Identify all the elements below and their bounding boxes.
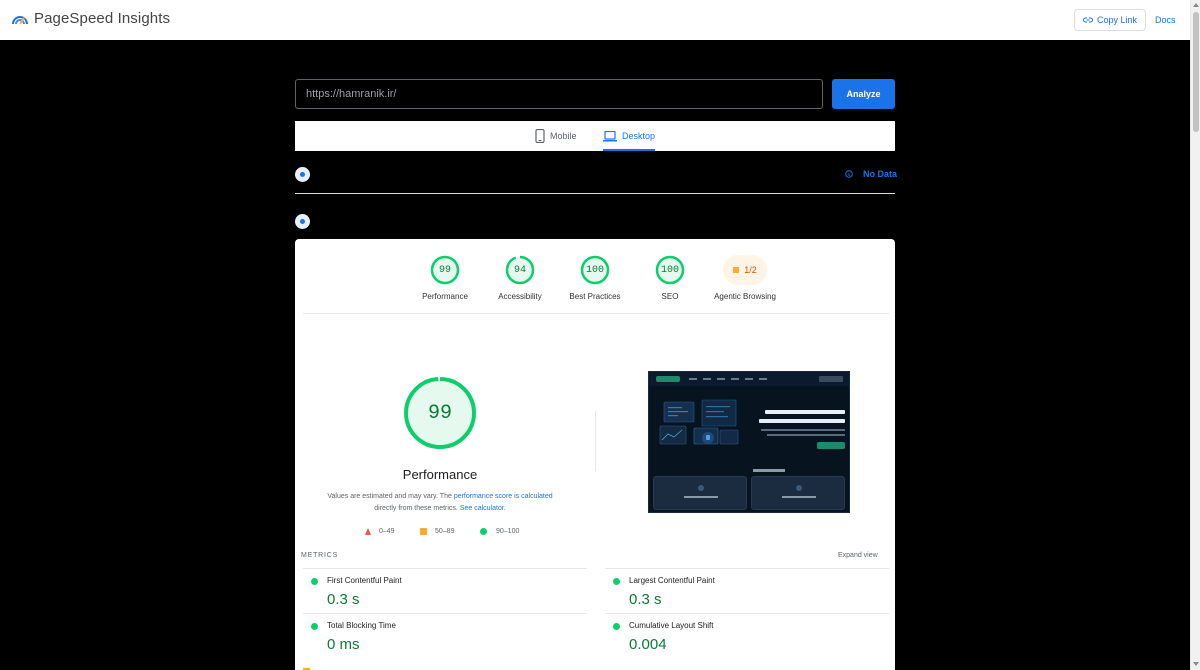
copy-link-label: Copy Link (1096, 15, 1138, 25)
pass-circle-icon (311, 623, 318, 630)
field-data-status: No Data (845, 169, 897, 179)
legend-fail: 0–49 (365, 528, 395, 535)
agentic-badge: 1/2 (723, 255, 767, 285)
gauge-seo[interactable]: 100 SEO (630, 255, 710, 301)
section-divider (295, 193, 895, 194)
tab-mobile-label: Mobile (550, 131, 577, 141)
lab-data-icon (295, 214, 310, 229)
info-icon (845, 170, 853, 178)
gauge-label: Accessibility (498, 292, 542, 301)
pass-circle-icon (311, 578, 318, 585)
gauge-label: Performance (422, 292, 468, 301)
analyze-button[interactable]: Analyze (832, 79, 895, 109)
mobile-phone-icon (535, 129, 545, 143)
url-input[interactable] (295, 79, 823, 109)
gauge-score: 99 (438, 264, 451, 276)
scroll-up-arrow-icon[interactable] (1193, 3, 1199, 7)
metric-value: 0.3 s (629, 591, 662, 608)
gauge-agentic-browsing[interactable]: 1/2 Agentic Browsing (705, 255, 785, 301)
pagespeed-logo-icon (12, 15, 28, 25)
fail-triangle-icon (365, 528, 371, 535)
scroll-down-arrow-icon[interactable] (1193, 662, 1199, 666)
field-data-icon (295, 167, 310, 182)
gauge-label: Agentic Browsing (714, 292, 776, 301)
score-legend: 0–49 50–89 90–100 (363, 528, 563, 540)
gauge-performance[interactable]: 99 Performance (405, 255, 485, 301)
performance-gauge: 99 (402, 375, 478, 451)
copy-link-button[interactable]: Copy Link (1074, 9, 1146, 31)
performance-title: Performance (402, 467, 478, 482)
see-calculator-link[interactable]: See calculator (460, 505, 504, 512)
link-icon (1083, 17, 1093, 23)
gauge-label: Best Practices (569, 292, 621, 301)
pass-circle-icon (480, 528, 487, 535)
performance-score: 99 (427, 401, 452, 425)
metric-speed-index (303, 666, 383, 670)
metrics-heading: METRICS (301, 552, 339, 559)
metric-tbt: Total Blocking Time 0 ms (303, 613, 587, 658)
average-square-icon (733, 267, 740, 273)
docs-link[interactable]: Docs (1155, 15, 1176, 25)
hero-illustration-icon (659, 399, 739, 445)
metric-name: Total Blocking Time (327, 621, 396, 630)
laptop-icon (603, 130, 617, 141)
gauge-score: 94 (513, 264, 526, 276)
vertical-divider (595, 411, 596, 471)
no-data-label: No Data (863, 169, 898, 179)
gauge-best-practices[interactable]: 100 Best Practices (555, 255, 635, 301)
performance-score-link[interactable]: performance score is calculated (454, 493, 553, 500)
category-gauges: 99 Performance 94 Accessibility 100 Best… (295, 239, 895, 313)
lighthouse-report: 99 Performance 94 Accessibility 100 Best… (295, 239, 895, 670)
final-screenshot[interactable] (648, 371, 850, 513)
performance-description: Values are estimated and may vary. The p… (327, 493, 553, 512)
gauge-score: 100 (585, 264, 604, 276)
gauge-accessibility[interactable]: 94 Accessibility (480, 255, 560, 301)
metric-value: 0 ms (327, 636, 360, 653)
metric-name: Largest Contentful Paint (629, 576, 715, 585)
pass-circle-icon (613, 578, 620, 585)
gauge-score: 1/2 (744, 265, 757, 275)
expand-view-button[interactable]: Expand view (838, 552, 878, 559)
metric-cls: Cumulative Layout Shift 0.004 (605, 613, 889, 658)
metric-name: Cumulative Layout Shift (629, 621, 714, 630)
brand-title: PageSpeed Insights (34, 10, 171, 27)
device-tabs: Mobile Desktop (295, 121, 895, 151)
tab-desktop[interactable]: Desktop (603, 121, 656, 151)
tab-mobile[interactable]: Mobile (535, 121, 577, 151)
average-square-icon (420, 528, 427, 535)
brand[interactable]: PageSpeed Insights (12, 10, 170, 27)
tab-desktop-label: Desktop (622, 131, 656, 141)
gauge-label: SEO (661, 292, 679, 301)
metric-fcp: First Contentful Paint 0.3 s (303, 568, 587, 613)
pass-circle-icon (613, 623, 620, 630)
page-scrollbar[interactable] (1190, 0, 1200, 670)
legend-average: 50–89 (420, 528, 454, 535)
gauge-score: 100 (660, 264, 679, 276)
legend-pass: 90–100 (480, 528, 519, 535)
gauge-row-divider (303, 313, 889, 314)
scrollbar-thumb[interactable] (1193, 12, 1199, 132)
metric-value: 0.3 s (327, 591, 360, 608)
metric-lcp: Largest Contentful Paint 0.3 s (605, 568, 889, 613)
metric-value: 0.004 (629, 636, 667, 653)
metric-name: First Contentful Paint (327, 576, 402, 585)
top-bar: PageSpeed Insights Copy Link Docs (0, 0, 1190, 40)
